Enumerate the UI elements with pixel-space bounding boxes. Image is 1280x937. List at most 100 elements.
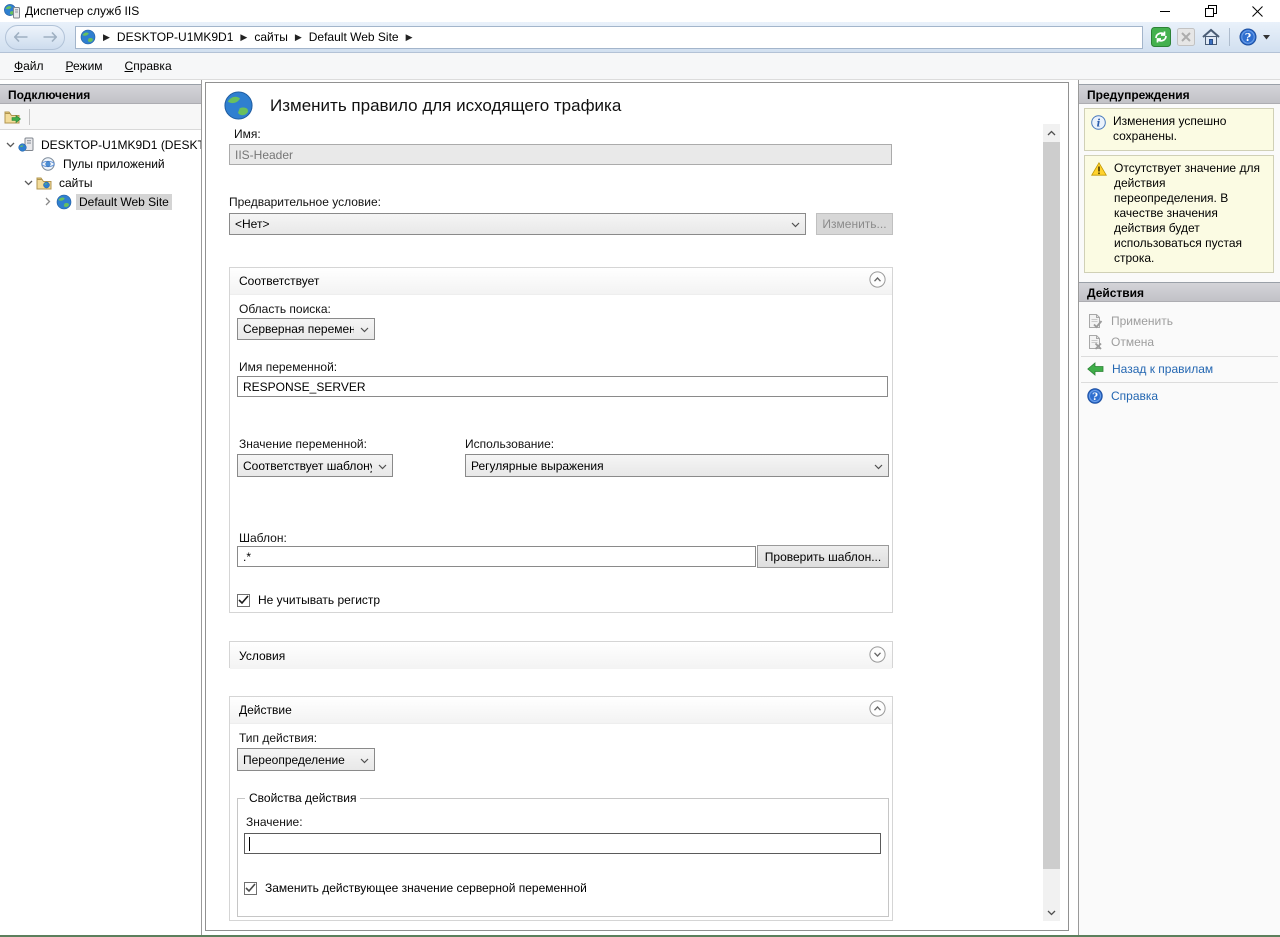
ignore-case-label: Не учитывать регистр bbox=[258, 593, 380, 607]
window-controls bbox=[1142, 0, 1280, 22]
sites-folder-icon bbox=[36, 175, 52, 191]
close-button[interactable] bbox=[1234, 0, 1280, 22]
title-bar: Диспетчер служб IIS bbox=[0, 0, 1280, 22]
tree-item-sites[interactable]: сайты bbox=[0, 173, 201, 192]
tree-item-app-pools[interactable]: Пулы приложений bbox=[0, 154, 201, 173]
conditions-section-header[interactable]: Условия bbox=[230, 642, 892, 669]
actions-list: Применить Отмена Назад к правилам ? bbox=[1079, 302, 1280, 407]
cancel-action: Отмена bbox=[1079, 332, 1280, 353]
collapse-icon[interactable] bbox=[4, 142, 16, 148]
breadcrumb-arrow-icon[interactable]: ▶ bbox=[240, 32, 247, 43]
refresh-button[interactable] bbox=[1151, 27, 1171, 47]
tree-item-default-web-site[interactable]: Default Web Site bbox=[0, 192, 201, 211]
help-circle-icon: ? bbox=[1087, 388, 1103, 404]
collapse-section-icon[interactable] bbox=[869, 271, 886, 291]
pattern-label: Шаблон: bbox=[239, 531, 287, 545]
help-button[interactable]: ? bbox=[1238, 27, 1258, 47]
menu-file[interactable]: Файл bbox=[14, 59, 44, 73]
chevron-down-icon bbox=[360, 322, 369, 336]
variable-name-label: Имя переменной: bbox=[239, 360, 337, 374]
back-to-rules-label[interactable]: Назад к правилам bbox=[1112, 362, 1213, 376]
page-globe-icon bbox=[223, 90, 254, 121]
ignore-case-checkbox[interactable] bbox=[237, 594, 250, 607]
replace-value-checkbox[interactable] bbox=[244, 882, 257, 895]
apply-label: Применить bbox=[1111, 314, 1173, 328]
connections-panel: Подключения DESKTOP-U1MK9D1 (DESKTOP bbox=[0, 80, 202, 935]
address-toolbar: ? bbox=[1151, 27, 1270, 47]
help-dropdown-icon[interactable] bbox=[1263, 35, 1270, 40]
menu-view[interactable]: Режим bbox=[66, 59, 103, 73]
replace-value-label: Заменить действующее значение серверной … bbox=[265, 881, 587, 895]
name-input bbox=[229, 144, 892, 165]
connect-folder-icon[interactable] bbox=[4, 109, 22, 125]
action-section-title: Действие bbox=[239, 703, 292, 717]
expand-section-icon[interactable] bbox=[869, 646, 886, 666]
precondition-select[interactable]: <Нет> bbox=[229, 213, 806, 235]
tree-item-app-pools-label: Пулы приложений bbox=[60, 156, 168, 172]
tree-item-server[interactable]: DESKTOP-U1MK9D1 (DESKTOP bbox=[0, 135, 201, 154]
back-to-rules-action[interactable]: Назад к правилам bbox=[1079, 360, 1280, 379]
expand-icon[interactable] bbox=[42, 197, 54, 206]
cancel-icon bbox=[1087, 334, 1103, 350]
page-title: Изменить правило для исходящего трафика bbox=[270, 96, 621, 116]
ignore-case-checkrow[interactable]: Не учитывать регистр bbox=[237, 593, 380, 607]
connections-panel-header: Подключения bbox=[0, 84, 201, 104]
variable-value-select[interactable]: Соответствует шаблону bbox=[237, 454, 393, 477]
action-section-header[interactable]: Действие bbox=[230, 697, 892, 724]
test-pattern-button[interactable]: Проверить шаблон... bbox=[757, 545, 889, 568]
action-value-input[interactable] bbox=[244, 833, 881, 854]
match-section-header[interactable]: Соответствует bbox=[230, 268, 892, 295]
svg-text:?: ? bbox=[1092, 392, 1098, 403]
action-properties-group: Свойства действия Значение: Заменить дей… bbox=[237, 798, 889, 917]
app-icon bbox=[4, 3, 20, 19]
address-box[interactable]: ▶ DESKTOP-U1MK9D1 ▶ сайты ▶ Default Web … bbox=[75, 26, 1143, 49]
scrollbar-thumb[interactable] bbox=[1043, 142, 1060, 869]
action-value-label: Значение: bbox=[246, 815, 303, 829]
tree-item-default-web-site-label: Default Web Site bbox=[76, 194, 172, 210]
collapse-section-icon[interactable] bbox=[869, 700, 886, 720]
menu-help[interactable]: Справка bbox=[125, 59, 172, 73]
collapse-icon[interactable] bbox=[22, 180, 34, 186]
info-alert-text: Изменения успешно сохранены. bbox=[1113, 114, 1269, 144]
text-caret bbox=[249, 837, 250, 851]
actions-divider bbox=[1081, 356, 1278, 357]
action-properties-title: Свойства действия bbox=[245, 791, 360, 805]
scroll-down-icon[interactable] bbox=[1043, 904, 1060, 921]
vertical-scrollbar[interactable] bbox=[1043, 124, 1060, 921]
breadcrumb-item-default-web-site[interactable]: Default Web Site bbox=[309, 30, 399, 44]
warning-icon bbox=[1091, 162, 1107, 176]
help-label[interactable]: Справка bbox=[1111, 389, 1158, 403]
breadcrumb-item-server[interactable]: DESKTOP-U1MK9D1 bbox=[117, 30, 233, 44]
using-select[interactable]: Регулярные выражения bbox=[465, 454, 889, 477]
replace-value-checkrow[interactable]: Заменить действующее значение серверной … bbox=[244, 881, 587, 895]
variable-name-input[interactable] bbox=[237, 376, 888, 397]
breadcrumb-arrow-icon[interactable]: ▶ bbox=[295, 32, 302, 43]
using-label: Использование: bbox=[465, 437, 554, 451]
precondition-value: <Нет> bbox=[235, 217, 785, 231]
match-section-title: Соответствует bbox=[239, 274, 319, 288]
breadcrumb-arrow-icon[interactable]: ▶ bbox=[406, 32, 413, 43]
warning-alert: Отсутствует значение для действия переоп… bbox=[1084, 155, 1274, 273]
server-icon bbox=[18, 137, 34, 153]
cancel-label: Отмена bbox=[1111, 335, 1154, 349]
name-label: Имя: bbox=[234, 127, 261, 141]
svg-text:?: ? bbox=[1245, 31, 1251, 44]
home-button[interactable] bbox=[1201, 27, 1221, 47]
scope-select[interactable]: Серверная переменн bbox=[237, 318, 375, 340]
action-type-select[interactable]: Переопределение bbox=[237, 748, 375, 771]
minimize-button[interactable] bbox=[1142, 0, 1188, 22]
pattern-input[interactable] bbox=[237, 546, 756, 567]
tree-item-server-label: DESKTOP-U1MK9D1 (DESKTOP bbox=[38, 137, 201, 153]
forward-icon[interactable] bbox=[43, 32, 57, 42]
variable-value-label: Значение переменной: bbox=[239, 437, 367, 451]
back-icon[interactable] bbox=[14, 32, 28, 42]
scroll-up-icon[interactable] bbox=[1043, 124, 1060, 141]
breadcrumb-item-sites[interactable]: сайты bbox=[254, 30, 288, 44]
help-action[interactable]: ? Справка bbox=[1079, 386, 1280, 407]
restore-button[interactable] bbox=[1188, 0, 1234, 22]
breadcrumb-arrow-icon: ▶ bbox=[103, 32, 110, 43]
chevron-down-icon bbox=[874, 459, 883, 473]
main-content: Изменить правило для исходящего трафика … bbox=[205, 82, 1069, 931]
conditions-section: Условия bbox=[229, 641, 893, 668]
scope-value: Серверная переменн bbox=[243, 322, 354, 336]
